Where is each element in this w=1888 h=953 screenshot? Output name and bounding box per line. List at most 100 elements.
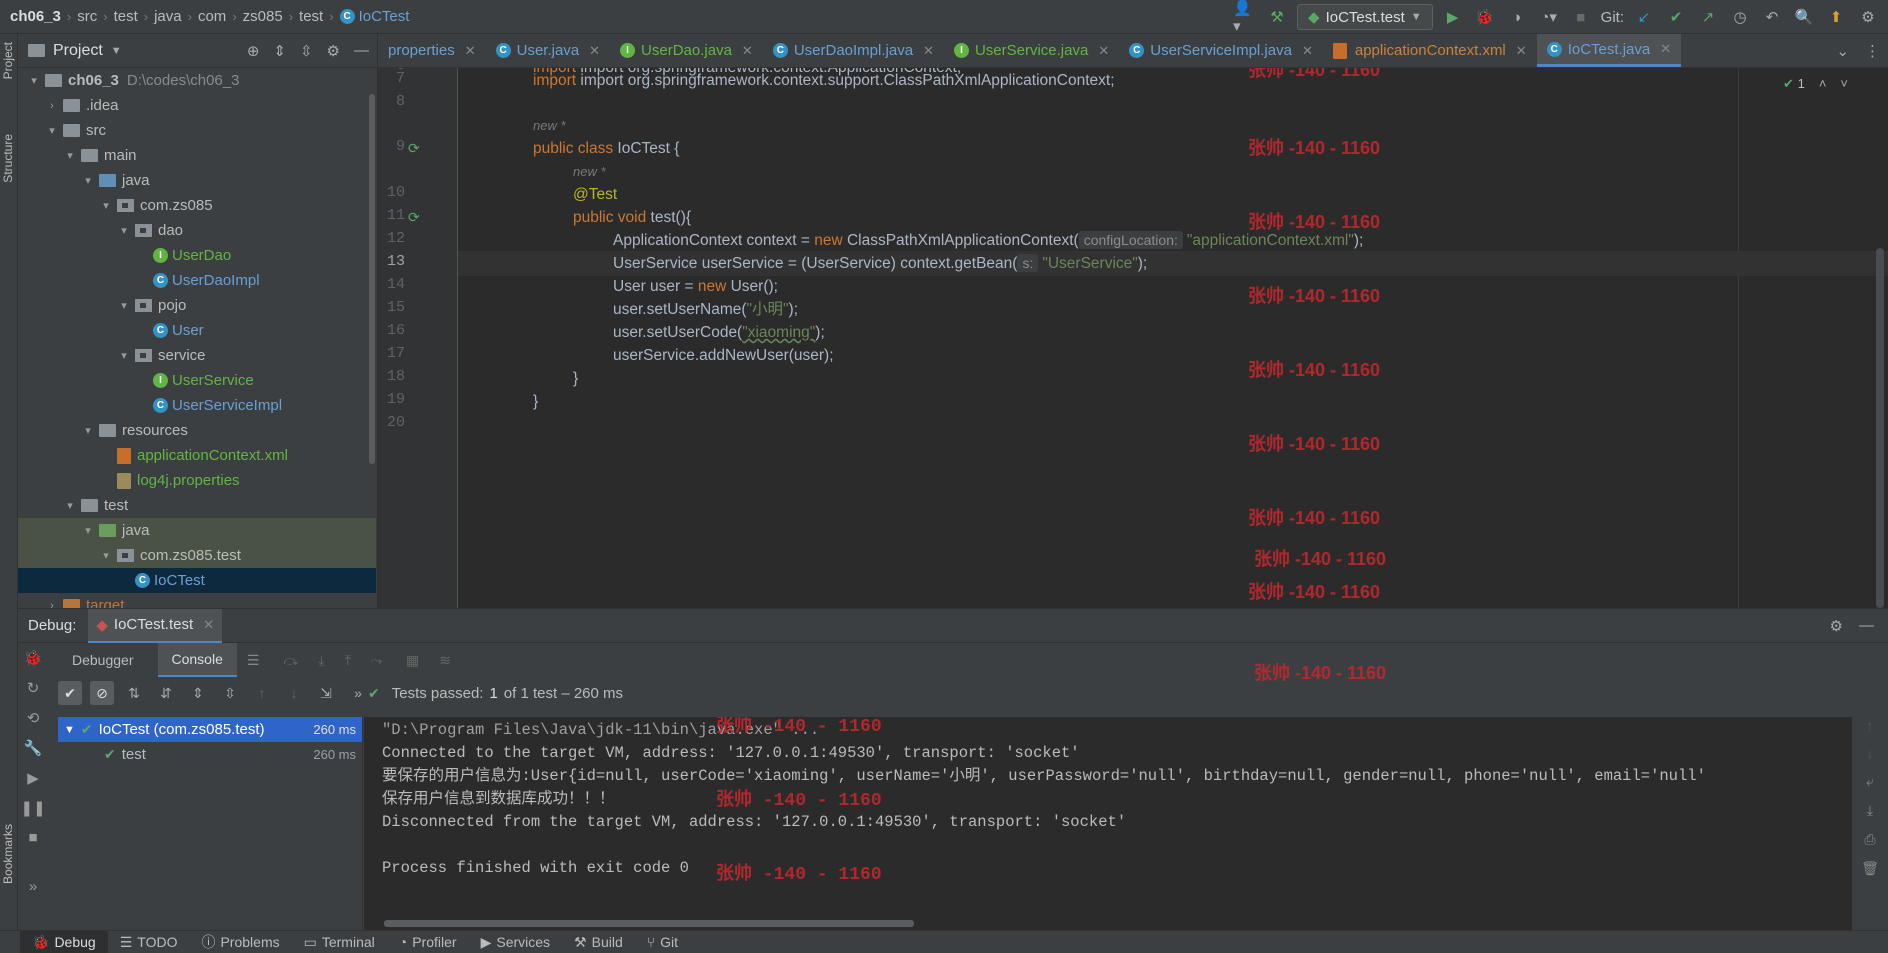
tree-item[interactable]: C UserDaoImpl xyxy=(18,268,376,293)
tab-console[interactable]: Console xyxy=(157,643,237,677)
chevron-down-icon[interactable]: ▾ xyxy=(80,174,96,187)
chevron-down-icon[interactable]: ▾ xyxy=(62,149,78,162)
more-icon[interactable]: » xyxy=(29,878,37,895)
gear-icon[interactable]: ⚙ xyxy=(327,42,340,60)
print-icon[interactable]: ⎙ xyxy=(1864,831,1875,848)
tool-tab-todo[interactable]: ☰ TODO xyxy=(108,931,190,953)
chevron-down-icon[interactable]: ⌄ xyxy=(1836,42,1849,60)
tree-item[interactable]: C User xyxy=(18,318,376,343)
chevron-down-icon[interactable]: ▾ xyxy=(44,124,60,137)
collapse-all-icon[interactable]: ⇳ xyxy=(300,42,313,60)
scrollbar[interactable] xyxy=(384,920,914,927)
settings-icon[interactable]: ⚙ xyxy=(1856,5,1880,29)
chevron-right-icon[interactable]: › xyxy=(44,600,60,609)
code-editor[interactable]: 67891011121314151617181920⟳⟳ ✔ 1 ˄ ˅ imp… xyxy=(378,68,1888,608)
chevron-up-icon[interactable]: ˄ xyxy=(1819,76,1827,92)
tree-item[interactable]: ▾ resources xyxy=(18,418,376,443)
tree-item[interactable]: ▾ pojo xyxy=(18,293,376,318)
step-into-icon[interactable]: ⤓ xyxy=(318,652,324,669)
scrollbar[interactable] xyxy=(369,94,375,464)
tree-item[interactable]: ▾ service xyxy=(18,343,376,368)
export-icon[interactable]: ⇲ xyxy=(314,681,338,705)
chevron-right-icon[interactable]: › xyxy=(44,100,60,112)
trace-icon[interactable]: ≋ xyxy=(439,652,451,669)
close-icon[interactable]: ✕ xyxy=(742,43,753,59)
run-icon[interactable]: ▶ xyxy=(1441,5,1465,29)
tree-item[interactable]: ▾ com.zs085.test xyxy=(18,543,376,568)
tab-debugger[interactable]: Debugger xyxy=(58,643,148,677)
chevron-down-icon[interactable]: ▾ xyxy=(62,499,78,512)
run-configuration-selector[interactable]: ◆ IoCTest.test ▼ xyxy=(1297,4,1433,30)
run-test-method-icon[interactable]: ⟳ xyxy=(408,209,424,225)
inspection-widget[interactable]: ✔ 1 ˄ ˅ xyxy=(1783,76,1848,92)
tree-item[interactable]: I UserDao xyxy=(18,243,376,268)
breadcrumb-item[interactable]: C IoCTest xyxy=(339,8,409,25)
tree-item[interactable]: ▾ test xyxy=(18,493,376,518)
sort-alpha-icon[interactable]: ⇅ xyxy=(122,681,146,705)
editor-tab[interactable]: I UserService.java ✕ xyxy=(944,34,1119,67)
chevron-down-icon[interactable]: ▾ xyxy=(116,224,132,237)
scroll-up-icon[interactable]: ↑ xyxy=(1867,717,1874,733)
stop-icon[interactable]: ■ xyxy=(1569,5,1593,29)
next-icon[interactable]: ↓ xyxy=(282,681,306,705)
tool-tab-services[interactable]: ▶ Services xyxy=(469,931,562,953)
breadcrumb-item[interactable]: com › xyxy=(198,8,243,25)
restore-icon[interactable]: ⟲ xyxy=(27,709,40,727)
chevron-down-icon[interactable]: ▾ xyxy=(80,524,96,537)
project-tool-tab[interactable]: Project xyxy=(1,42,15,79)
minimize-icon[interactable]: — xyxy=(354,42,369,60)
breadcrumb-item[interactable]: ch06_3 › xyxy=(10,8,77,25)
run-test-class-icon[interactable]: ⟳ xyxy=(408,140,424,156)
build-hammer-icon[interactable]: ⚒ xyxy=(1265,5,1289,29)
history-icon[interactable]: ◷ xyxy=(1728,5,1752,29)
debug-session-tab[interactable]: ◆ IoCTest.test ✕ xyxy=(88,608,223,643)
chevron-down-icon[interactable]: ▾ xyxy=(98,199,114,212)
locate-icon[interactable]: ⊕ xyxy=(247,42,260,60)
chevron-down-icon[interactable]: ▾ xyxy=(80,424,96,437)
breadcrumb-item[interactable]: test › xyxy=(114,8,155,25)
minimize-icon[interactable]: — xyxy=(1859,617,1874,635)
scroll-down-icon[interactable]: ↓ xyxy=(1867,745,1874,761)
close-icon[interactable]: ✕ xyxy=(1516,43,1527,59)
chevron-down-icon[interactable]: ▾ xyxy=(116,299,132,312)
breadcrumb-item[interactable]: test › xyxy=(299,8,340,25)
coverage-icon[interactable]: ◑ xyxy=(1505,5,1529,29)
tree-item[interactable]: I UserService xyxy=(18,368,376,393)
tree-item[interactable]: C UserServiceImpl xyxy=(18,393,376,418)
bookmarks-tool-tab[interactable]: Bookmarks xyxy=(1,824,15,884)
evaluate-icon[interactable]: ▦ xyxy=(406,652,419,669)
chevron-down-icon[interactable]: ▾ xyxy=(98,549,114,562)
pause-icon[interactable]: ❚❚ xyxy=(20,799,45,817)
breadcrumb-item[interactable]: src › xyxy=(77,8,113,25)
debug-bug-icon[interactable]: 🐞 xyxy=(24,649,43,667)
close-icon[interactable]: ✕ xyxy=(1660,41,1671,57)
tool-tab-build[interactable]: ⚒ Build xyxy=(562,931,635,953)
tool-tab-terminal[interactable]: ▭ Terminal xyxy=(292,931,387,953)
test-suite-row[interactable]: ▼ ✔ IoCTest (com.zs085.test) 260 ms xyxy=(58,717,362,742)
profile-icon[interactable]: ◔▾ xyxy=(1537,5,1561,29)
show-ignored-icon[interactable]: ⊘ xyxy=(90,681,114,705)
git-push-icon[interactable]: ↗ xyxy=(1696,5,1720,29)
tool-tab-debug[interactable]: 🐞 Debug xyxy=(20,930,108,953)
search-icon[interactable]: 🔍 xyxy=(1792,5,1816,29)
chevron-down-icon[interactable]: ▼ xyxy=(111,45,122,57)
tree-item[interactable]: ▾ java xyxy=(18,168,376,193)
step-over-icon[interactable]: ⤼ xyxy=(283,652,298,669)
more-icon[interactable]: » xyxy=(346,681,370,705)
tool-tab-problems[interactable]: ⓘ Problems xyxy=(189,931,291,953)
close-icon[interactable]: ✕ xyxy=(589,43,600,59)
rerun-icon[interactable]: ↻ xyxy=(27,679,40,697)
tool-tab-profiler[interactable]: ◔ Profiler xyxy=(387,931,469,953)
menu-icon[interactable]: ☰ xyxy=(247,652,260,669)
chevron-down-icon[interactable]: ▾ xyxy=(116,349,132,362)
expand-all-icon[interactable]: ⇕ xyxy=(186,681,210,705)
project-panel-title[interactable]: Project xyxy=(53,42,103,60)
show-passed-icon[interactable]: ✔ xyxy=(58,681,82,705)
editor-tab[interactable]: C UserServiceImpl.java ✕ xyxy=(1119,34,1323,67)
rollback-icon[interactable]: ↶ xyxy=(1760,5,1784,29)
tree-item[interactable]: log4j.properties xyxy=(18,468,376,493)
tree-item[interactable]: ▾ ch06_3 D:\codes\ch06_3 xyxy=(18,68,376,93)
breadcrumb-item[interactable]: java › xyxy=(154,8,198,25)
structure-tool-tab[interactable]: Structure xyxy=(1,134,15,183)
step-out-icon[interactable]: ⤒ xyxy=(345,652,351,669)
